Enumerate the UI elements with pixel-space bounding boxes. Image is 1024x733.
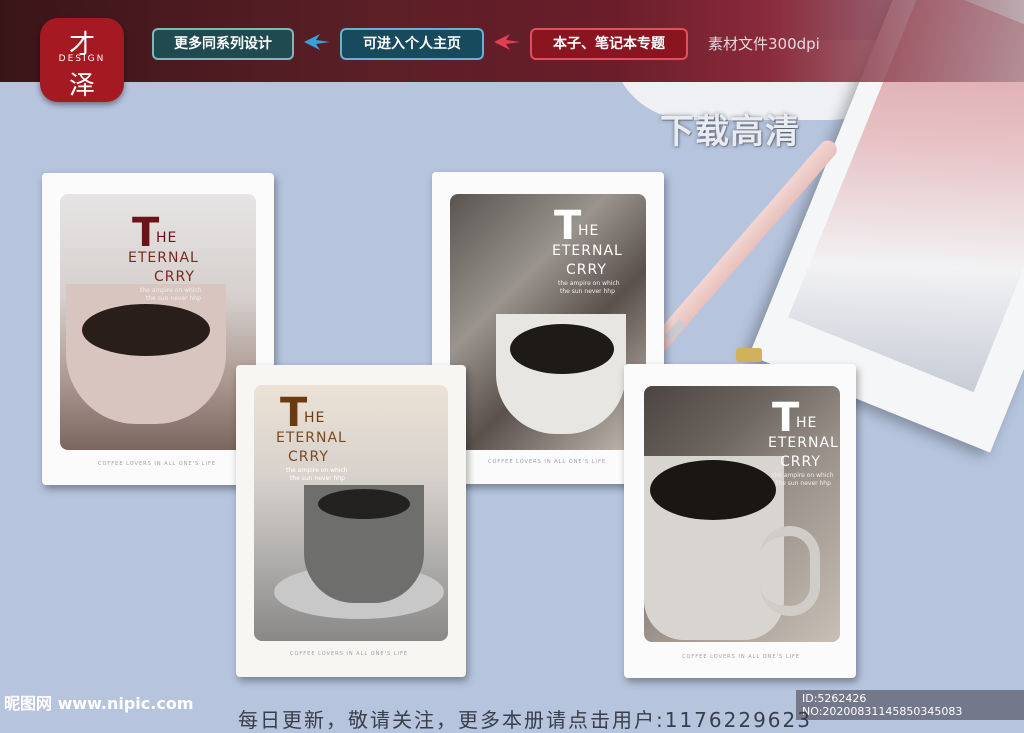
cover-title-he: HE xyxy=(578,223,600,239)
cover-subtitle: the sun never hhp xyxy=(146,295,201,302)
cover-title-crry: CRRY xyxy=(780,454,821,470)
coffee-surface xyxy=(650,460,776,520)
cover-title-eternal: ETERNAL xyxy=(768,435,839,451)
coffee-surface xyxy=(82,304,210,356)
image-id-label: ID:5262426 NO:20200831145850345083 xyxy=(796,690,1024,720)
notebook-topic-button[interactable]: 本子、笔记本专题 xyxy=(530,28,688,60)
coffee-surface xyxy=(318,489,410,519)
cover-footer: COFFEE LOVERS IN ALL ONE'S LIFE xyxy=(682,654,801,660)
cover-title-crry: CRRY xyxy=(288,449,329,465)
download-hd-label[interactable]: 下载高清 xyxy=(660,104,800,153)
cover-title-eternal: ETERNAL xyxy=(276,430,347,446)
cover-title-he: HE xyxy=(796,415,818,431)
cover-title-eternal: ETERNAL xyxy=(128,250,199,266)
arrow-right-icon xyxy=(304,34,330,50)
cover-title-he: HE xyxy=(156,230,178,246)
cup-handle xyxy=(760,526,820,616)
cover-subtitle: the sun never hhp xyxy=(560,288,615,295)
arrow-right-icon xyxy=(494,34,520,50)
coffee-photo xyxy=(450,194,646,450)
cover-subtitle: the sun never hhp xyxy=(290,475,345,482)
nipic-watermark: 昵图网 www.nipic.com xyxy=(4,694,194,713)
resolution-label: 素材文件300dpi xyxy=(708,35,820,53)
more-series-button[interactable]: 更多同系列设计 xyxy=(152,28,294,60)
cover-title-crry: CRRY xyxy=(566,262,607,278)
cover-title-he: HE xyxy=(304,410,326,426)
cover-title-crry: CRRY xyxy=(154,269,195,285)
pen-cap-decor xyxy=(736,348,762,362)
personal-homepage-button[interactable]: 可进入个人主页 xyxy=(340,28,484,60)
design-logo[interactable]: 才 DESIGN 泽 xyxy=(40,18,124,102)
coffee-surface xyxy=(510,324,614,374)
cover-subtitle: the ampire on which xyxy=(140,287,202,294)
notebook-cover-2: T HE ETERNAL CRRY the ampire on which th… xyxy=(236,365,466,677)
notebook-cover-4: T HE ETERNAL CRRY the ampire on which th… xyxy=(624,364,856,678)
cover-subtitle: the ampire on which xyxy=(286,467,348,474)
logo-word: DESIGN xyxy=(58,54,106,64)
cover-subtitle: the ampire on which xyxy=(558,280,620,287)
cover-subtitle: the sun never hhp xyxy=(776,480,831,487)
cover-subtitle: the ampire on which xyxy=(772,472,834,479)
cover-footer: COFFEE LOVERS IN ALL ONE'S LIFE xyxy=(488,459,607,465)
cover-title-eternal: ETERNAL xyxy=(552,243,623,259)
cover-footer: COFFEE LOVERS IN ALL ONE'S LIFE xyxy=(290,651,409,657)
logo-char-bottom: 泽 xyxy=(68,71,95,101)
cover-footer: COFFEE LOVERS IN ALL ONE'S LIFE xyxy=(98,461,217,467)
